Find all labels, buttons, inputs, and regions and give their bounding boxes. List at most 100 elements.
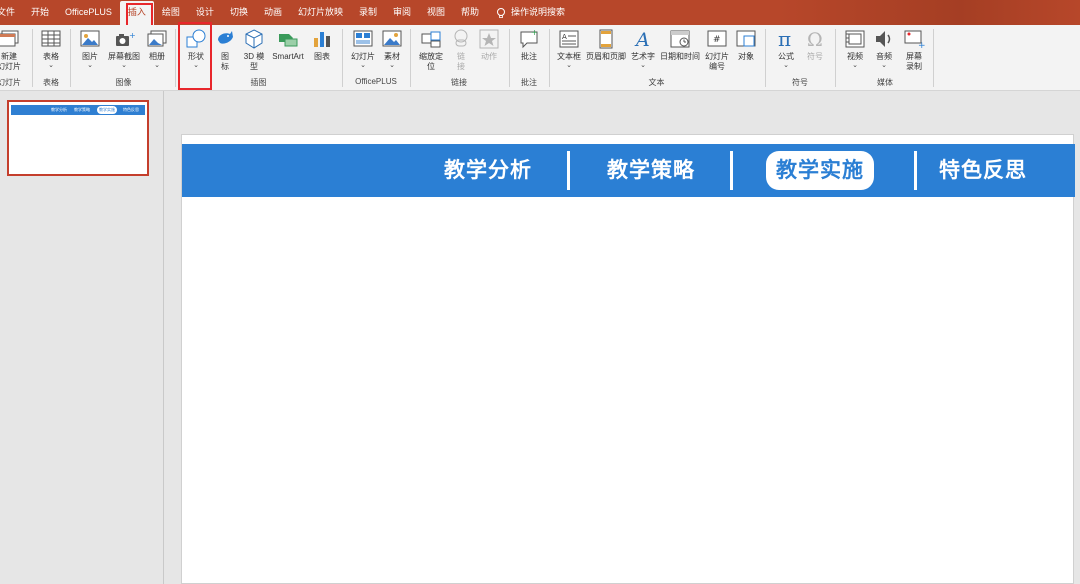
calendar-icon [670,30,690,48]
nav-divider [914,151,917,190]
tab-file[interactable]: 文件 [0,0,23,25]
comment-icon: + [520,28,538,49]
3d-models-button[interactable]: 3D 模 型 [240,28,268,72]
chevron-down-icon: ⌄ [154,62,160,69]
picture-button[interactable]: 图片 ⌄ [77,28,103,69]
smartart-icon [279,34,298,47]
zoom-button[interactable]: 缩放定 位 [416,28,446,72]
photo-album-icon [147,30,167,47]
link-button[interactable]: 链 接 [450,28,472,72]
omega-icon: Ω [807,29,823,50]
officeplus-material-button[interactable]: 素材 ⌄ [380,28,404,69]
film-icon [845,30,865,48]
tell-me-search[interactable]: 操作说明搜索 [487,0,573,25]
ribbon: 新建 幻灯片 幻灯片 表格 ⌄ 表格 图片 ⌄ + 屏幕截图 ⌄ 相册 ⌄ 图像… [0,25,1080,91]
svg-text:Ω: Ω [807,29,823,50]
thumbnail-nav-item: 教学分析 [51,107,67,112]
wordart-button[interactable]: A 艺术字 ⌄ [629,28,657,69]
tab-animations[interactable]: 动画 [256,0,290,25]
separator [410,29,411,87]
ribbon-tab-bar: 文件 开始 OfficePLUS 插入 绘图 设计 切换 动画 幻灯片放映 录制… [0,0,1080,25]
shapes-icon [186,29,206,48]
object-icon [736,30,756,47]
chevron-down-icon: ⌄ [389,62,395,69]
nav-divider [730,151,733,190]
photo-album-button[interactable]: 相册 ⌄ [144,28,170,69]
slide-number-button[interactable]: # 幻灯片 编号 [703,28,731,72]
slide-thumbnail-1[interactable]: 教学分析 教学策略 教学实施 特色反思 [7,100,149,176]
textbox-button[interactable]: A 文本框 ⌄ [555,28,583,69]
new-slide-button[interactable]: 新建 幻灯片 [0,28,24,72]
video-button[interactable]: 视频 ⌄ [842,28,868,69]
screen-recording-button[interactable]: + 屏幕 录制 [900,28,928,72]
separator [175,29,176,87]
header-footer-button[interactable]: 页眉和页脚 [585,28,627,62]
slides-icon [353,30,373,47]
group-label-illustrations: 插图 [250,78,267,87]
tab-draw[interactable]: 绘图 [154,0,188,25]
tab-view[interactable]: 视图 [419,0,453,25]
svg-text:A: A [562,33,567,41]
tab-officeplus[interactable]: OfficePLUS [57,0,120,25]
group-label-tables: 表格 [43,78,59,87]
group-label-media: 媒体 [877,78,893,87]
chart-icon [314,32,330,47]
slide-thumbnails-pane: 教学分析 教学策略 教学实施 特色反思 [0,91,164,584]
nav-item-teaching-strategy[interactable]: 教学策略 [607,144,695,197]
separator [835,29,836,87]
symbol-button[interactable]: Ω 符号 [802,28,828,62]
group-label-images: 图像 [115,78,132,87]
object-button[interactable]: 对象 [734,28,758,62]
tab-slideshow[interactable]: 幻灯片放映 [290,0,351,25]
tab-home[interactable]: 开始 [23,0,57,25]
group-label-text: 文本 [648,78,665,87]
tab-record[interactable]: 录制 [351,0,385,25]
textbox-icon: A [559,30,579,48]
new-slide-icon [0,30,19,47]
separator [765,29,766,87]
tab-help[interactable]: 帮助 [453,0,487,25]
slide-number-icon: # [707,30,727,47]
nav-item-teaching-analysis[interactable]: 教学分析 [444,144,532,197]
chevron-down-icon: ⌄ [87,62,93,69]
group-label-slides: 幻灯片 [0,78,21,87]
equation-button[interactable]: π 公式 ⌄ [772,28,800,69]
chevron-down-icon: ⌄ [193,62,199,69]
table-button[interactable]: 表格 ⌄ [38,28,64,69]
screenshot-button[interactable]: + 屏幕截图 ⌄ [106,28,142,69]
cube-icon [245,29,263,49]
group-label-comments: 批注 [521,78,537,87]
chevron-down-icon: ⌄ [360,62,366,69]
date-time-button[interactable]: 日期和时间 [658,28,702,62]
svg-text:#: # [713,35,721,45]
tell-me-label: 操作说明搜索 [511,7,566,17]
smartart-button[interactable]: SmartArt [269,28,307,62]
officeplus-slides-button[interactable]: 幻灯片 ⌄ [348,28,378,69]
separator [933,29,934,87]
separator [549,29,550,87]
svg-text:+: + [129,31,135,40]
chevron-down-icon: ⌄ [48,62,54,69]
icons-button[interactable]: 图 标 [214,28,236,72]
screen-record-icon: + [904,30,925,50]
action-button[interactable]: 动作 [476,28,502,62]
svg-text:A: A [634,29,650,50]
nav-item-reflection[interactable]: 特色反思 [939,144,1027,197]
chevron-down-icon: ⌄ [783,62,789,69]
tab-design[interactable]: 设计 [188,0,222,25]
chevron-down-icon: ⌄ [566,62,572,69]
slide-nav-banner[interactable]: 教学分析 教学策略 教学实施 特色反思 [182,144,1075,197]
comment-button[interactable]: + 批注 [515,28,543,62]
svg-text:+: + [531,28,538,37]
tab-review[interactable]: 审阅 [385,0,419,25]
camera-icon: + [116,31,135,46]
tab-insert[interactable]: 插入 [119,1,154,25]
tab-transitions[interactable]: 切换 [222,0,256,25]
chevron-down-icon: ⌄ [852,62,858,69]
slide-canvas[interactable]: 教学分析 教学策略 教学实施 特色反思 [181,134,1075,584]
chart-button[interactable]: 图表 [309,28,335,62]
audio-button[interactable]: 音频 ⌄ [871,28,897,69]
nav-item-teaching-implementation[interactable]: 教学实施 [766,151,874,190]
shapes-button[interactable]: 形状 ⌄ [182,28,210,69]
separator [32,29,33,87]
